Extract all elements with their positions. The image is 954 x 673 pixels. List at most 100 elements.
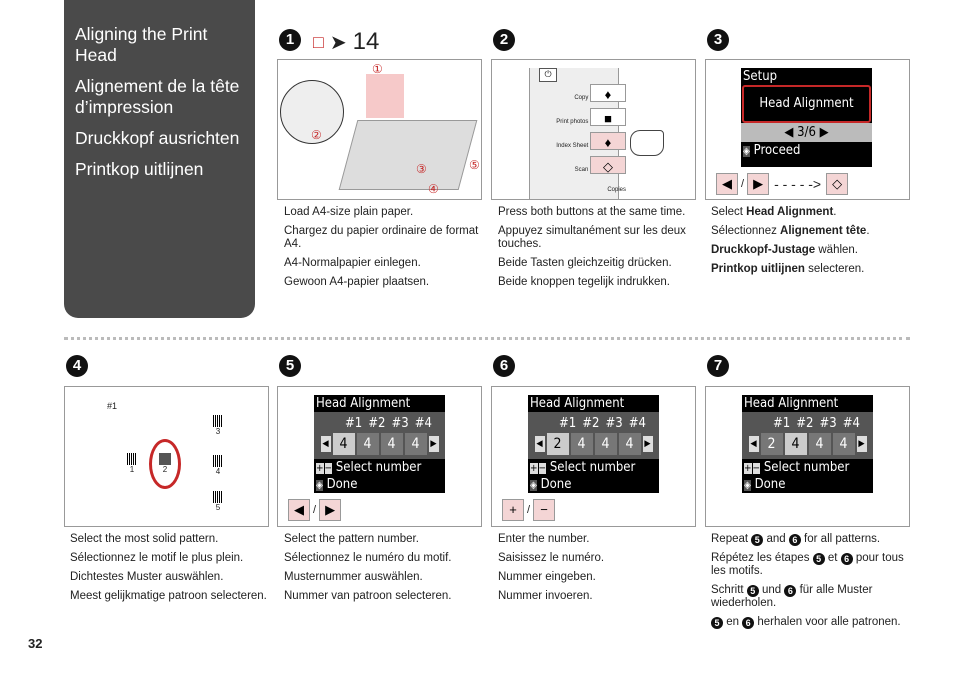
left-arrow-icon: ◀ [320, 436, 331, 452]
step-ref: 5 [751, 534, 764, 546]
pattern-illustration: #1 1 2 3 4 5 [64, 386, 269, 527]
plus-minus-icon: + [530, 463, 538, 474]
t: Schritt [711, 584, 747, 596]
step-ref: 5 [812, 553, 825, 565]
left-arrow-button[interactable]: ◀ [716, 173, 738, 195]
dashed-arrow-icon: - - - - -> [774, 176, 822, 192]
step5-panel: Head Alignment #1 #2 #3 #4 ◀ 4 4 4 4 ▶ +− Select nu… [277, 386, 482, 527]
select-number-label: Select number [763, 460, 850, 475]
step7-text: Repeat 5 and 6 for all patterns. Répétez… [711, 533, 911, 635]
lcd-title: Setup [743, 69, 778, 84]
text-de: Musternummer auswählen. [284, 571, 423, 583]
column-header: #1 [559, 416, 577, 431]
t: . [866, 225, 870, 237]
minus-button[interactable]: − [533, 499, 556, 521]
column-header: #4 [628, 416, 646, 431]
text-nl: Meest gelijkmatige patroon selecteren. [70, 590, 267, 602]
step-ref: 6 [784, 585, 797, 597]
step-ref: 6 [788, 534, 801, 546]
section-divider [64, 337, 910, 340]
pattern-number-cell: 4 [404, 433, 427, 455]
column-header: #2 [582, 416, 600, 431]
text-fr: Chargez du papier ordinaire de format A4… [284, 225, 479, 250]
step1-text: Load A4-size plain paper. Chargez du pap… [284, 206, 484, 295]
setup-screen-panel: Setup Head Alignment ◀ 3/6 ▶ ◈ Proceed ◀… [705, 59, 910, 200]
lcd-selected-item: Head Alignment [742, 85, 871, 123]
callout-5: ⑤ [469, 158, 480, 172]
pattern-set-label: #1 [107, 401, 118, 411]
t: . [833, 206, 837, 218]
page-reference: □ ➤ 14 [313, 28, 379, 56]
separator: / [313, 504, 317, 516]
pattern-number-cell: 4 [594, 433, 617, 455]
separator: / [527, 504, 531, 516]
print-photos-label: Print photos [556, 119, 589, 125]
step4-text: Select the most solid pattern. Sélection… [70, 533, 270, 609]
lcd-screen: Head Alignment #1 #2 #3 #4 ◀ 2 4 4 4 ▶ +− Select nu… [742, 395, 873, 493]
text-nl: Beide knoppen tegelijk indrukken. [498, 276, 670, 288]
pattern-number-cell: 4 [784, 433, 807, 455]
t: und [758, 584, 785, 596]
title-fr: Alignement de la tête d’impression [75, 76, 240, 117]
pattern-number-cell: 4 [570, 433, 593, 455]
plus-button[interactable]: + [502, 499, 524, 521]
start-icon: ◈ [316, 480, 323, 491]
step-number-4: 4 [66, 355, 88, 377]
lcd-screen: Head Alignment #1 #2 #3 #4 ◀ 2 4 4 4 ▶ +− Select nu… [528, 395, 659, 493]
callout-4: ④ [428, 182, 439, 196]
pattern-3: 3 [215, 427, 221, 436]
step3-text: Select Head Alignment. Sélectionnez Alig… [711, 206, 911, 282]
t: Select [711, 206, 747, 218]
right-arrow-button[interactable]: ▶ [747, 173, 770, 195]
right-arrow-icon: ▶ [856, 436, 867, 452]
title-de: Druckkopf ausrichten [75, 128, 240, 148]
arrow-right-icon: ➤ [329, 31, 347, 54]
hand-icon [630, 130, 664, 156]
left-arrow-icon: ◀ [534, 436, 545, 452]
pattern-number-cell: 4 [380, 433, 403, 455]
lcd-screen: Setup Head Alignment ◀ 3/6 ▶ ◈ Proceed [741, 68, 872, 167]
right-arrow-icon: ▶ [428, 436, 439, 452]
start-button[interactable]: ◇ [826, 173, 849, 195]
text-fr: Sélectionnez le motif le plus plein. [70, 552, 244, 564]
t: Repeat [711, 533, 752, 545]
right-arrow-icon: ▶ [642, 436, 653, 452]
t: Sélectionnez [711, 225, 781, 237]
column-header: #2 [796, 416, 814, 431]
step-ref: 6 [840, 553, 853, 565]
text-en: Enter the number. [498, 533, 590, 545]
pattern-number-cell: 4 [356, 433, 379, 455]
text-de: Nummer eingeben. [498, 571, 596, 583]
step6-panel: Head Alignment #1 #2 #3 #4 ◀ 2 4 4 4 ▶ +− Select nu… [491, 386, 696, 527]
lcd-title: Head Alignment [744, 396, 839, 411]
t: Répétez les étapes [711, 552, 813, 564]
t-bold: Printkop uitlijnen [711, 263, 805, 275]
column-header: #4 [842, 416, 860, 431]
lcd-screen: Head Alignment #1 #2 #3 #4 ◀ 4 4 4 4 ▶ +− Select nu… [314, 395, 445, 493]
step-number-7: 7 [707, 355, 729, 377]
column-header: #1 [773, 416, 791, 431]
pattern-4: 4 [215, 467, 221, 476]
select-number-label: Select number [549, 460, 636, 475]
copies-label: Copies [607, 187, 626, 193]
plus-minus-icon: + [744, 463, 752, 474]
t: et [824, 552, 841, 564]
text-en: Load A4-size plain paper. [284, 206, 414, 218]
step-number-2: 2 [493, 29, 515, 51]
control-panel-illustration: ⏻ Copy ♦ Print photos ■ Index Sheet ♦ Sc… [491, 59, 696, 200]
t: wählen. [815, 244, 859, 256]
left-arrow-button[interactable]: ◀ [288, 499, 310, 521]
text-fr: Sélectionnez le numéro du motif. [284, 552, 452, 564]
text-fr: Saisissez le numéro. [498, 552, 605, 564]
callout-2: ② [311, 128, 322, 142]
scan-label: Scan [574, 167, 589, 173]
copy-label: Copy [574, 95, 589, 101]
step5-text: Select the pattern number. Sélectionnez … [284, 533, 484, 609]
start-icon: ◈ [530, 480, 537, 491]
right-arrow-button[interactable]: ▶ [319, 499, 342, 521]
lcd-title: Head Alignment [530, 396, 625, 411]
title-en: Aligning the Print Head [75, 24, 208, 65]
column-header: #3 [819, 416, 837, 431]
t: for all patterns. [800, 533, 881, 545]
step-number-1: 1 [279, 29, 301, 51]
